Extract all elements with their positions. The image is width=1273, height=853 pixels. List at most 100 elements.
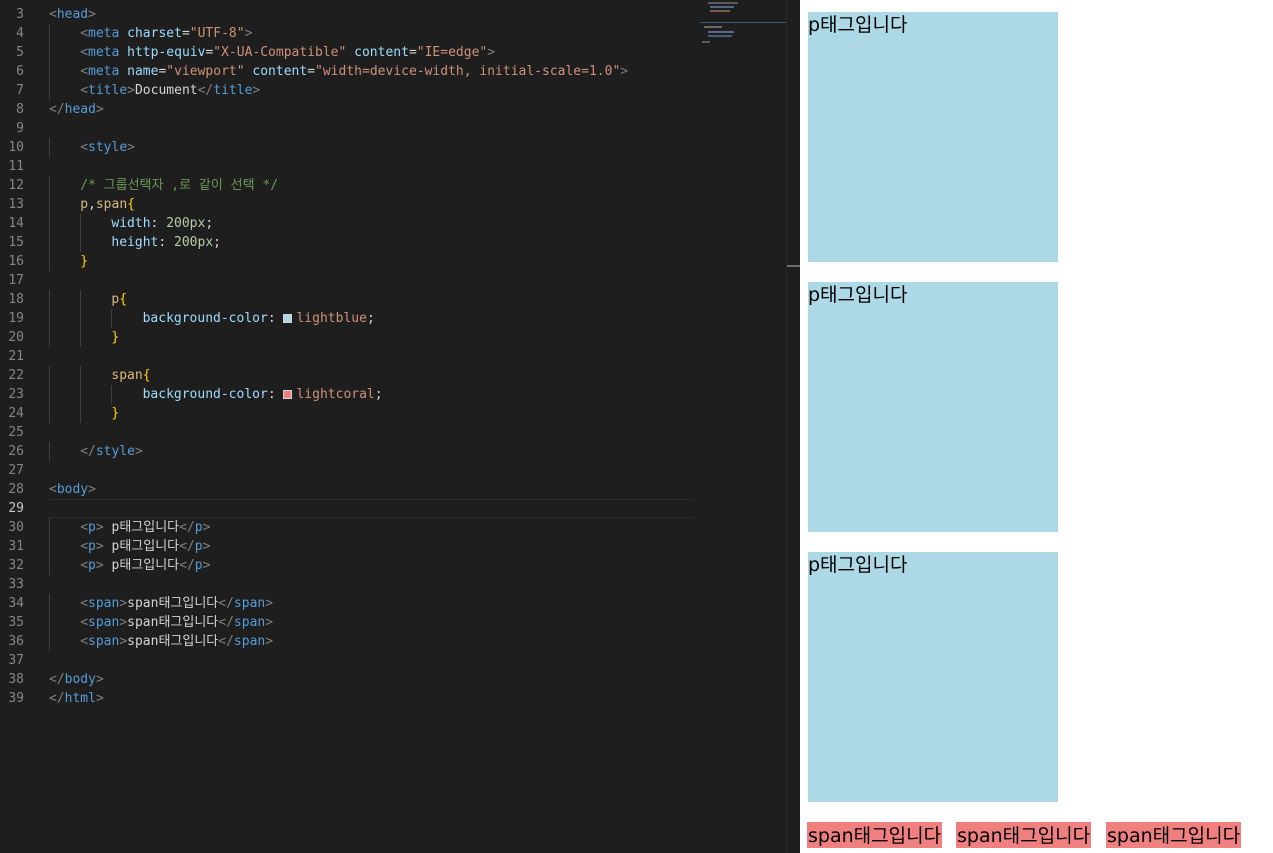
code-token: > [119, 615, 128, 630]
vertical-scrollbar[interactable] [786, 0, 800, 853]
code-token: "IE=edge" [416, 45, 488, 60]
code-token: > [620, 64, 629, 79]
line-number: 36 [8, 634, 24, 649]
code-token: > [95, 539, 104, 554]
code-token: title [213, 83, 253, 98]
code-token: width [111, 216, 151, 231]
code-token: </ [218, 615, 234, 630]
code-text: span{ [111, 366, 150, 385]
code-token: > [244, 26, 253, 41]
code-token: = [307, 64, 316, 79]
line-number: 21 [8, 349, 24, 364]
code-token: span태그입니다 [127, 615, 219, 630]
code-token: > [252, 83, 261, 98]
code-line[interactable]: 20} [0, 328, 700, 347]
line-number: 5 [16, 45, 24, 60]
code-token: span [233, 634, 266, 649]
code-line[interactable]: 33 [0, 575, 700, 594]
code-line[interactable]: 32 <p> p태그입니다</p> [0, 556, 700, 575]
code-line[interactable]: 10 <style> [0, 138, 700, 157]
code-token: style [88, 140, 128, 155]
code-line[interactable]: 37 [0, 651, 700, 670]
indent-guide [49, 556, 50, 575]
indent-guide [49, 328, 50, 347]
code-line[interactable]: 3 <head> [0, 5, 700, 24]
line-number: 39 [8, 691, 24, 706]
code-token: name [127, 64, 159, 79]
code-text: <meta charset="UTF-8"> [80, 24, 252, 43]
code-line[interactable]: 15 height: 200px; [0, 233, 700, 252]
code-line[interactable]: 12 /* 그룹선택자 ,로 같이 선택 */ [0, 176, 700, 195]
indent-guide [49, 518, 50, 537]
code-text: </style> [80, 442, 143, 461]
code-line[interactable]: 31 <p> p태그입니다</p> [0, 537, 700, 556]
indent-guide [49, 81, 50, 100]
code-line[interactable]: 35 <span>span태그입니다</span> [0, 613, 700, 632]
preview-span: span태그입니다 [1106, 822, 1242, 848]
code-line[interactable]: 36 <span>span태그입니다</span> [0, 632, 700, 651]
code-line[interactable]: 27 [0, 461, 700, 480]
code-token: span [88, 596, 120, 611]
color-swatch-icon[interactable] [283, 390, 293, 399]
line-number: 6 [16, 64, 24, 79]
code-token: < [80, 615, 89, 630]
code-token: = [181, 26, 190, 41]
code-token: span [111, 368, 143, 383]
code-token: span [88, 615, 120, 630]
code-token: 200px [174, 235, 214, 250]
code-token: < [80, 64, 89, 79]
code-line[interactable]: 5 <meta http-equiv = "X-UA-Compatible" cont… [0, 43, 700, 62]
code-line[interactable]: 23 background-color: lightcoral; [0, 385, 700, 404]
line-number: 20 [8, 330, 24, 345]
line-number: 38 [8, 672, 24, 687]
indent-guide [49, 233, 50, 252]
code-line[interactable]: 38 </body> [0, 670, 700, 689]
code-line[interactable]: 4 <meta charset="UTF-8"> [0, 24, 700, 43]
scrollbar-thumb[interactable] [787, 265, 800, 267]
indent-guide [49, 632, 50, 651]
color-swatch-icon[interactable] [283, 314, 293, 323]
code-line[interactable]: 17 [0, 271, 700, 290]
line-number: 28 [8, 482, 24, 497]
indent-guide [49, 62, 50, 81]
code-token: content [354, 45, 409, 60]
code-line[interactable]: 21 [0, 347, 700, 366]
code-line[interactable]: 7 <title>Document</title> [0, 81, 700, 100]
code-line[interactable]: 8 </head> [0, 100, 700, 119]
code-line[interactable]: 9 [0, 119, 700, 138]
code-line[interactable]: 34 <span>span태그입니다</span> [0, 594, 700, 613]
code-line[interactable]: 11 [0, 157, 700, 176]
indent-guide [49, 309, 50, 328]
code-line[interactable]: 14 width: 200px; [0, 214, 700, 233]
code-line[interactable]: 16} [0, 252, 700, 271]
code-lines[interactable]: 3 <head> 4 <meta charset="UTF-8"> 5 <meta htt… [0, 5, 700, 708]
code-line[interactable]: 18 p{ [0, 290, 700, 309]
indent-guide [111, 309, 113, 328]
indent-guide [49, 24, 50, 43]
code-line[interactable]: 24} [0, 404, 700, 423]
code-token: > [88, 482, 96, 497]
code-token: > [119, 634, 128, 649]
code-token: head [56, 7, 89, 22]
code-token: p [194, 520, 203, 535]
code-line[interactable]: 22 span{ [0, 366, 700, 385]
code-line[interactable]: 39 </html> [0, 689, 700, 708]
code-line[interactable]: 30 <p> p태그입니다</p> [0, 518, 700, 537]
code-line[interactable]: 25 [0, 423, 700, 442]
code-text: </head> [49, 100, 104, 119]
minimap[interactable] [700, 0, 786, 60]
indent-guide [49, 138, 50, 157]
code-text: <title>Document</title> [80, 81, 260, 100]
code-line[interactable]: 13 p,span{ [0, 195, 700, 214]
code-editor[interactable]: 3 <head> 4 <meta charset="UTF-8"> 5 <meta htt… [0, 0, 800, 853]
code-line[interactable]: 19 background-color: lightblue; [0, 309, 700, 328]
line-number: 37 [8, 653, 24, 668]
code-text: background-color: lightblue; [143, 309, 375, 328]
code-token: > [265, 615, 274, 630]
code-line[interactable]: 28 <body> [0, 480, 700, 499]
code-line[interactable]: 29 [0, 499, 700, 518]
code-token: "viewport" [166, 64, 245, 79]
code-line[interactable]: 26 </style> [0, 442, 700, 461]
line-number: 7 [16, 83, 24, 98]
code-line[interactable]: 6 <meta name="viewport" content="width=de… [0, 62, 700, 81]
